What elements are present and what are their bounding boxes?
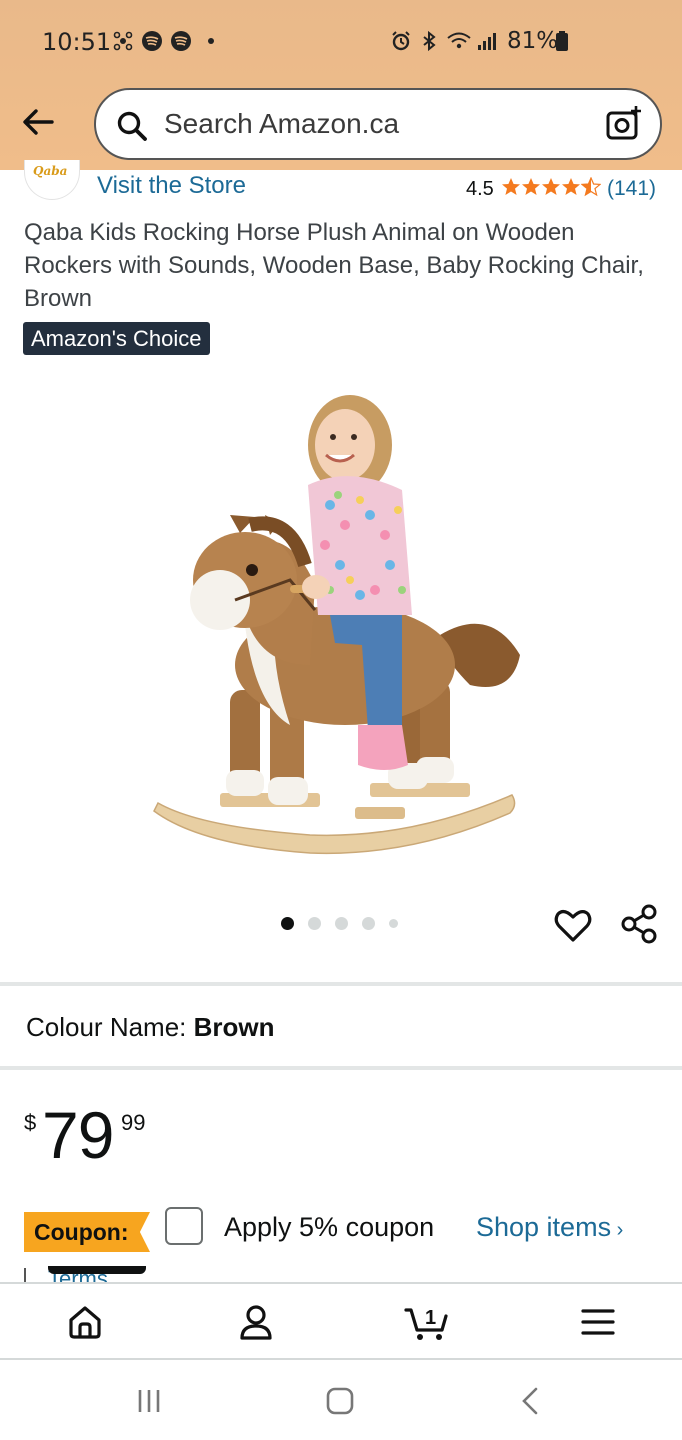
bottom-nav: 1: [0, 1282, 682, 1360]
clock: 10:51: [42, 28, 112, 56]
home-button-icon[interactable]: [323, 1384, 357, 1418]
search-bar[interactable]: Search Amazon.ca: [94, 88, 662, 160]
carousel-dot[interactable]: [308, 917, 321, 930]
visit-store-link[interactable]: Visit the Store: [97, 172, 246, 200]
account-icon[interactable]: [236, 1302, 276, 1342]
top-header: 10:51 81% Search Amazon.ca: [0, 0, 682, 170]
carousel-dot[interactable]: [362, 917, 375, 930]
share-icon[interactable]: [619, 903, 659, 945]
home-icon[interactable]: [65, 1302, 105, 1342]
signal-icon: [478, 33, 496, 50]
rating-value: 4.5: [466, 178, 494, 200]
back-nav-icon[interactable]: [514, 1384, 548, 1418]
price-currency: $: [24, 1110, 37, 1135]
battery-icon: [556, 31, 568, 51]
more-notifications-icon: [208, 38, 214, 44]
price-whole: 79: [42, 1098, 114, 1172]
alarm-icon: [392, 31, 410, 51]
colour-selector[interactable]: Colour Name: Brown: [26, 1012, 275, 1043]
recents-icon[interactable]: [132, 1384, 166, 1418]
search-icon: [117, 111, 147, 141]
wifi-icon: [447, 32, 471, 49]
apply-coupon-label[interactable]: Apply 5% coupon: [224, 1212, 434, 1243]
back-arrow-icon[interactable]: [18, 102, 58, 142]
colour-value: Brown: [193, 1012, 275, 1042]
coupon-badge: Coupon:: [24, 1212, 150, 1252]
carousel-dot[interactable]: [281, 917, 294, 930]
image-carousel-indicator[interactable]: [281, 917, 398, 930]
chevron-right-icon: ›: [611, 1219, 624, 1241]
section-divider: [0, 1066, 682, 1070]
search-input[interactable]: Search Amazon.ca: [164, 108, 399, 140]
system-nav-bar: [0, 1362, 682, 1440]
carousel-dot[interactable]: [389, 919, 398, 928]
terms-separator: [24, 1268, 26, 1282]
product-title: Qaba Kids Rocking Horse Plush Animal on …: [24, 219, 644, 312]
shop-items-label: Shop items: [476, 1212, 612, 1242]
app-notification-icon: [113, 31, 133, 51]
product-image[interactable]: [140, 365, 540, 865]
shop-items-link[interactable]: Shop items ›: [476, 1212, 623, 1243]
brand-logo[interactable]: Qaba: [24, 160, 80, 200]
star-rating[interactable]: [501, 177, 601, 199]
spotify-icon: [171, 31, 191, 51]
star-full-icon: [562, 178, 580, 195]
section-divider: [0, 982, 682, 986]
scroll-tooltip-bar: [48, 1266, 146, 1274]
battery-percent: 81%: [507, 28, 559, 54]
coupon-badge-label: Coupon:: [34, 1219, 129, 1245]
cart-icon[interactable]: 1: [404, 1302, 450, 1342]
camera-search-icon[interactable]: [604, 104, 644, 144]
coupon-terms[interactable]: Terms: [24, 1266, 154, 1282]
star-half-icon: [581, 177, 601, 197]
colour-label: Colour Name:: [26, 1012, 187, 1042]
cart-count: 1: [425, 1307, 436, 1329]
apply-coupon-checkbox[interactable]: [165, 1207, 203, 1245]
menu-icon[interactable]: [578, 1302, 618, 1342]
carousel-dot[interactable]: [335, 917, 348, 930]
star-full-icon: [502, 178, 520, 195]
star-full-icon: [522, 178, 540, 195]
rating-count-link[interactable]: (141): [607, 177, 656, 201]
spotify-icon: [142, 31, 162, 51]
brand-logo-text: Qaba: [33, 164, 68, 178]
amazons-choice-badge[interactable]: Amazon's Choice: [23, 322, 210, 355]
price-fraction: 99: [121, 1110, 146, 1135]
bluetooth-icon: [423, 30, 436, 52]
status-bar: 10:51 81%: [0, 0, 682, 86]
star-full-icon: [542, 178, 560, 195]
wishlist-heart-icon[interactable]: [553, 905, 593, 945]
